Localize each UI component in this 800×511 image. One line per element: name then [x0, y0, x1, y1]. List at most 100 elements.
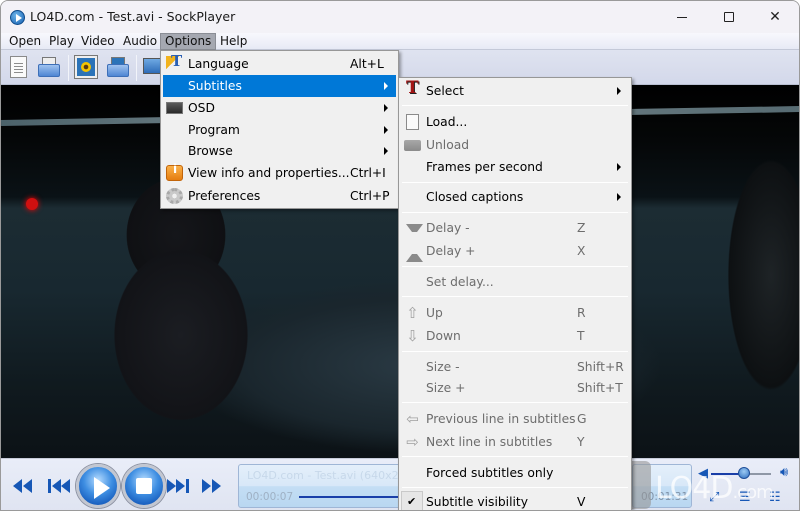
next-button[interactable]: [167, 479, 193, 493]
play-button[interactable]: [76, 464, 120, 508]
menu-item-label: Select: [426, 84, 464, 98]
menu-item-down: ⇩ Down T: [401, 325, 629, 347]
title-bar: LO4D.com - Test.avi - SockPlayer ✕: [1, 1, 799, 33]
menu-item-label: Forced subtitles only: [426, 466, 554, 480]
menu-item-set-delay: Set delay...: [401, 271, 629, 293]
menu-item-label: Closed captions: [426, 190, 524, 204]
menu-item-delay-plus: Delay + X: [401, 240, 629, 262]
minimize-icon: [677, 16, 687, 18]
minimize-button[interactable]: [659, 1, 705, 33]
close-icon: ✕: [769, 9, 781, 25]
menu-separator: [402, 351, 628, 352]
menu-item-forced-subtitles[interactable]: Forced subtitles only: [401, 462, 629, 484]
volume-thumb[interactable]: [738, 467, 750, 479]
triangle-down-icon: [406, 224, 423, 240]
submenu-arrow-icon: [617, 193, 621, 201]
arrow-up-icon: ⇧: [406, 304, 419, 322]
document-icon: [406, 114, 419, 130]
open-folder-button[interactable]: [36, 54, 62, 80]
menu-item-osd[interactable]: OSD: [163, 97, 396, 119]
maximize-icon: [724, 12, 734, 22]
menu-help[interactable]: Help: [216, 33, 251, 50]
image-icon: [74, 55, 98, 79]
volume-high-icon[interactable]: 🔊︎: [780, 466, 788, 479]
menu-item-frames-per-second[interactable]: Frames per second: [401, 156, 629, 178]
submenu-arrow-icon: [384, 82, 388, 90]
toolbar-separator: [136, 55, 137, 81]
total-time-panel: 00:01:31: [632, 464, 692, 508]
menu-item-label: Size -: [426, 360, 460, 374]
submenu-arrow-icon: [384, 147, 388, 155]
menu-item-view-info[interactable]: View info and properties... Ctrl+I: [163, 162, 396, 184]
rewind-icon: [23, 479, 32, 493]
menu-item-label: View info and properties...: [188, 166, 350, 180]
video-frame-detail: [26, 198, 38, 210]
volume-slider[interactable]: [711, 467, 771, 479]
rewind-icon: [13, 479, 22, 493]
menu-item-label: Down: [426, 329, 461, 343]
open-file-button[interactable]: [5, 54, 31, 80]
menu-item-shortcut: Alt+L: [350, 57, 384, 71]
volume-low-icon[interactable]: ◀: [698, 467, 708, 480]
image-folder-button[interactable]: [105, 54, 131, 80]
rewind-button[interactable]: [13, 479, 39, 493]
menu-item-subtitles[interactable]: Subtitles: [163, 75, 396, 97]
open-file-icon: [10, 56, 27, 78]
previous-button[interactable]: [48, 479, 74, 493]
menu-play[interactable]: Play: [45, 33, 78, 50]
image-folder-icon: [107, 64, 129, 77]
menu-item-language[interactable]: Language Alt+L: [163, 52, 396, 75]
arrow-left-icon: ⇦: [406, 410, 419, 428]
menu-item-label: Up: [426, 306, 443, 320]
menu-item-label: Frames per second: [426, 160, 543, 174]
menu-bar: Open Play Video Audio Options Help: [1, 33, 799, 50]
equalizer-icon[interactable]: ☷: [769, 491, 781, 504]
previous-icon: [61, 479, 70, 493]
fullscreen-icon[interactable]: ⤢: [709, 491, 719, 504]
triangle-up-icon: [406, 246, 423, 262]
menu-item-next-line: ⇨ Next line in subtitles Y: [401, 431, 629, 453]
menu-item-previous-line: ⇦ Previous line in subtitles G: [401, 408, 629, 430]
menu-video[interactable]: Video: [77, 33, 119, 50]
fast-forward-button[interactable]: [202, 479, 228, 493]
menu-item-closed-captions[interactable]: Closed captions: [401, 186, 629, 208]
menu-item-load[interactable]: Load...: [401, 111, 629, 133]
menu-item-label: Previous line in subtitles: [426, 412, 576, 426]
submenu-arrow-icon: [384, 126, 388, 134]
subtitles-submenu: Select Load... Unload Frames per second …: [398, 77, 632, 510]
menu-separator: [402, 105, 628, 106]
menu-item-up: ⇧ Up R: [401, 302, 629, 324]
menu-options[interactable]: Options: [160, 33, 217, 50]
image-button[interactable]: [73, 54, 99, 80]
menu-item-shortcut: Ctrl+I: [350, 166, 386, 180]
menu-item-label: Size +: [426, 381, 466, 395]
sockplayer-window: LO4D.com - Test.avi - SockPlayer ✕ Open …: [0, 0, 800, 511]
playlist-icon[interactable]: ☰: [739, 491, 751, 504]
video-frame-detail: [701, 105, 799, 425]
close-button[interactable]: ✕: [752, 1, 798, 33]
menu-item-subtitle-visibility[interactable]: Subtitle visibility V: [401, 491, 629, 510]
menu-item-label: Set delay...: [426, 275, 494, 289]
menu-item-label: Subtitle visibility: [426, 495, 529, 509]
menu-item-size-plus: Size + Shift+T: [401, 377, 629, 399]
submenu-arrow-icon: [617, 87, 621, 95]
menu-item-unload: Unload: [401, 134, 629, 156]
arrow-right-icon: ⇨: [406, 433, 419, 451]
window-title: LO4D.com - Test.avi - SockPlayer: [30, 9, 236, 24]
menu-item-program[interactable]: Program: [163, 119, 396, 141]
menu-separator: [402, 182, 628, 183]
menu-item-label: Browse: [188, 144, 233, 158]
menu-item-select[interactable]: Select: [401, 78, 629, 102]
media-info-text: LO4D.com - Test.avi (640x272): [247, 469, 417, 482]
menu-item-shortcut: Shift+T: [577, 381, 623, 395]
maximize-button[interactable]: [706, 1, 752, 33]
menu-item-shortcut: Y: [577, 435, 585, 449]
menu-audio[interactable]: Audio: [119, 33, 161, 50]
stop-icon: [136, 478, 152, 494]
open-folder-icon: [38, 64, 60, 77]
menu-item-browse[interactable]: Browse: [163, 140, 396, 162]
menu-item-shortcut: G: [577, 412, 587, 426]
stop-button[interactable]: [122, 464, 166, 508]
menu-open[interactable]: Open: [5, 33, 45, 50]
menu-item-preferences[interactable]: Preferences Ctrl+P: [163, 185, 396, 207]
